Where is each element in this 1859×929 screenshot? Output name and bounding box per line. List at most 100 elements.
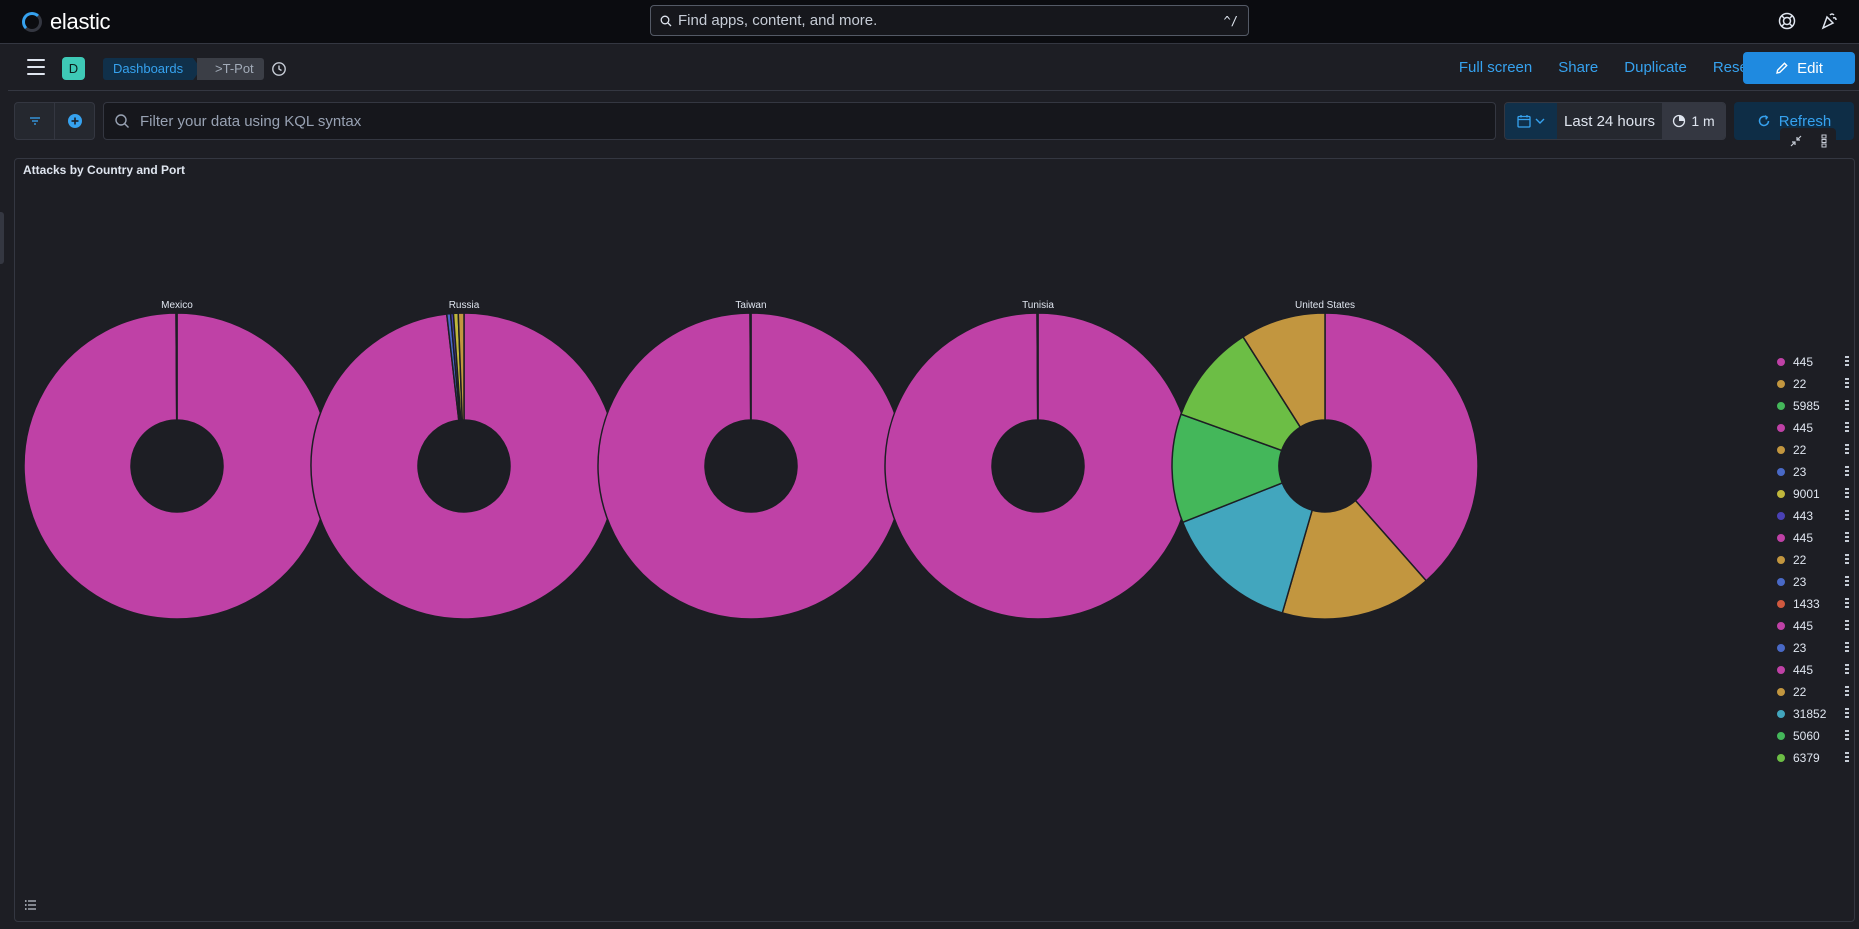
- legend-item[interactable]: 5060: [1777, 725, 1849, 747]
- legend-label: 9001: [1793, 487, 1820, 501]
- pie-label: Taiwan: [735, 300, 766, 311]
- legend-color-dot: [1777, 710, 1785, 718]
- legend-item-options-icon[interactable]: [1845, 686, 1849, 698]
- legend-item-options-icon[interactable]: [1845, 488, 1849, 500]
- legend-item-options-icon[interactable]: [1845, 642, 1849, 654]
- legend-color-dot: [1777, 556, 1785, 564]
- legend-item-options-icon[interactable]: [1845, 356, 1849, 368]
- legend-item-options-icon[interactable]: [1845, 554, 1849, 566]
- legend-item[interactable]: 23: [1777, 637, 1849, 659]
- legend-item-options-icon[interactable]: [1845, 752, 1849, 764]
- legend-item[interactable]: 22: [1777, 549, 1849, 571]
- pie-slice[interactable]: [1036, 312, 1039, 421]
- legend-color-dot: [1777, 490, 1785, 498]
- legend-label: 1433: [1793, 597, 1820, 611]
- kql-query-input[interactable]: [130, 111, 1495, 131]
- filter-icon: [29, 117, 40, 125]
- legend-label: 445: [1793, 663, 1814, 677]
- breadcrumb-dashboards[interactable]: Dashboards: [103, 58, 201, 80]
- filter-menu-button[interactable]: [15, 103, 55, 139]
- legend-label: 31852: [1793, 707, 1827, 721]
- full-screen-button[interactable]: Full screen: [1459, 59, 1532, 76]
- legend-color-dot: [1777, 512, 1785, 520]
- legend-label: 23: [1793, 465, 1807, 479]
- chart-legend: 445 22 5985 445 22 23 9001 443 445 22 23 1433 445 23 4…: [1777, 351, 1849, 769]
- add-filter-button[interactable]: [55, 103, 94, 139]
- legend-item[interactable]: 22: [1777, 373, 1849, 395]
- legend-item-options-icon[interactable]: [1845, 466, 1849, 478]
- legend-item[interactable]: 6379: [1777, 747, 1849, 769]
- legend-item[interactable]: 445: [1777, 417, 1849, 439]
- quick-menu-button[interactable]: [1505, 103, 1557, 139]
- legend-color-dot: [1777, 688, 1785, 696]
- legend-item[interactable]: 443: [1777, 505, 1849, 527]
- legend-item[interactable]: 445: [1777, 351, 1849, 373]
- news-feed-icon[interactable]: [1819, 11, 1839, 31]
- side-nav-handle[interactable]: [0, 212, 4, 264]
- legend-toggle-icon[interactable]: [24, 898, 38, 912]
- panel-options-icon[interactable]: [1821, 134, 1827, 148]
- search-icon: [660, 15, 672, 26]
- dashboard-header: D Dashboards >T-Pot Full screen Share Du…: [8, 45, 1859, 91]
- kql-search-bar[interactable]: [103, 102, 1496, 140]
- pie-label: Russia: [449, 300, 480, 311]
- legend-label: 443: [1793, 509, 1814, 523]
- legend-item[interactable]: 445: [1777, 659, 1849, 681]
- help-icon[interactable]: [1777, 11, 1797, 31]
- chevron-down-icon: [1535, 118, 1545, 124]
- time-range-label[interactable]: Last 24 hours: [1557, 113, 1662, 130]
- legend-label: 22: [1793, 553, 1807, 567]
- space-avatar[interactable]: D: [62, 57, 85, 80]
- legend-label: 23: [1793, 641, 1807, 655]
- auto-refresh-icon: [1673, 114, 1686, 128]
- pie-slice[interactable]: [175, 312, 178, 421]
- legend-item[interactable]: 23: [1777, 571, 1849, 593]
- legend-item[interactable]: 22: [1777, 439, 1849, 461]
- legend-item-options-icon[interactable]: [1845, 400, 1849, 412]
- visualization-panel: Attacks by Country and Port Mexico Russia…: [14, 158, 1855, 922]
- pie-chart-area: Mexico Russia Taiwan Tunisia United States: [23, 300, 1479, 620]
- legend-item-options-icon[interactable]: [1845, 510, 1849, 522]
- legend-item[interactable]: 445: [1777, 527, 1849, 549]
- share-button[interactable]: Share: [1558, 59, 1598, 76]
- legend-item-options-icon[interactable]: [1845, 664, 1849, 676]
- legend-item[interactable]: 23: [1777, 461, 1849, 483]
- elastic-logo-icon: [22, 12, 42, 32]
- legend-item-options-icon[interactable]: [1845, 730, 1849, 742]
- legend-item-options-icon[interactable]: [1845, 532, 1849, 544]
- legend-item-options-icon[interactable]: [1845, 708, 1849, 720]
- legend-item-options-icon[interactable]: [1845, 620, 1849, 632]
- legend-label: 22: [1793, 377, 1807, 391]
- auto-refresh-interval[interactable]: 1 m: [1662, 103, 1725, 139]
- edit-button[interactable]: Edit: [1743, 52, 1855, 84]
- recently-viewed-icon[interactable]: [271, 61, 287, 77]
- global-search-input[interactable]: [672, 11, 1224, 30]
- legend-item[interactable]: 9001: [1777, 483, 1849, 505]
- search-shortcut-hint: ^/: [1223, 13, 1238, 28]
- legend-item[interactable]: 1433: [1777, 593, 1849, 615]
- legend-item-options-icon[interactable]: [1845, 444, 1849, 456]
- elastic-logo[interactable]: elastic: [22, 9, 111, 35]
- legend-item-options-icon[interactable]: [1845, 378, 1849, 390]
- menu-toggle-icon[interactable]: [27, 59, 45, 75]
- legend-item[interactable]: 445: [1777, 615, 1849, 637]
- search-icon: [115, 114, 129, 128]
- legend-item[interactable]: 5985: [1777, 395, 1849, 417]
- minimize-icon[interactable]: [1789, 134, 1803, 148]
- global-search-bar[interactable]: ^/: [650, 5, 1249, 36]
- legend-item[interactable]: 31852: [1777, 703, 1849, 725]
- legend-label: 445: [1793, 531, 1814, 545]
- logo-text: elastic: [50, 9, 111, 34]
- duplicate-button[interactable]: Duplicate: [1624, 59, 1687, 76]
- legend-item-options-icon[interactable]: [1845, 576, 1849, 588]
- legend-item-options-icon[interactable]: [1845, 422, 1849, 434]
- legend-item[interactable]: 22: [1777, 681, 1849, 703]
- pie-slice[interactable]: [749, 312, 752, 421]
- legend-label: 5060: [1793, 729, 1820, 743]
- pie-label: Tunisia: [1022, 300, 1054, 311]
- legend-color-dot: [1777, 468, 1785, 476]
- legend-item-options-icon[interactable]: [1845, 598, 1849, 610]
- legend-color-dot: [1777, 666, 1785, 674]
- refresh-interval-label: 1 m: [1691, 113, 1715, 129]
- legend-color-dot: [1777, 644, 1785, 652]
